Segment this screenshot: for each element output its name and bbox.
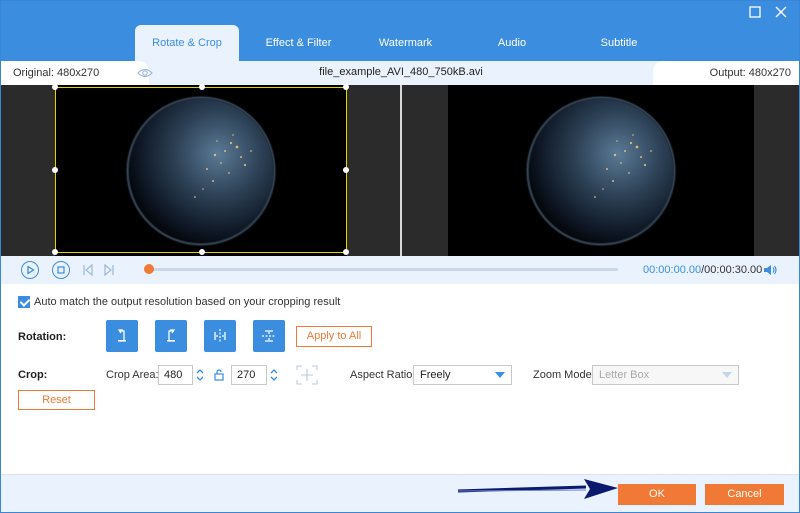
progress-handle[interactable] [144,264,154,274]
progress-track[interactable] [148,268,618,271]
apply-to-all-button[interactable]: Apply to All [296,326,372,347]
zoom-mode-select[interactable]: Letter Box [592,365,739,385]
time-display: 00:00:00.00/00:00:30.00 [643,264,762,276]
tab-bar: Rotate & Crop Effect & Filter Watermark … [135,25,673,61]
zoom-mode-label: Zoom Mode: [533,369,595,381]
crop-handle-bottom-left[interactable] [52,249,58,255]
center-crop-icon[interactable] [293,363,321,387]
rotation-label: Rotation: [18,331,67,343]
previous-frame-icon[interactable] [81,263,95,277]
eye-icon[interactable] [137,67,153,79]
reset-button[interactable]: Reset [18,390,95,410]
crop-handle-bottom[interactable] [199,249,205,255]
zoom-mode-value: Letter Box [599,369,650,381]
preview-divider [400,85,402,256]
crop-handle-top-left[interactable] [52,84,58,90]
crop-handle-right[interactable] [343,167,349,173]
current-time: 00:00:00.00 [643,264,702,276]
maximize-icon[interactable] [747,5,763,21]
tab-effect-filter[interactable]: Effect & Filter [245,25,352,61]
rotate-right-button[interactable] [155,320,187,352]
crop-handle-top[interactable] [199,84,205,90]
info-bar: file_example_AVI_480_750kB.avi Original:… [1,61,799,85]
play-button[interactable] [21,261,39,279]
earth-image-output [525,95,677,247]
playback-controls: 00:00:00.00/00:00:30.00 [1,256,799,284]
crop-handle-top-right[interactable] [343,84,349,90]
video-editor-window: Rotate & Crop Effect & Filter Watermark … [0,0,800,513]
rotate-right-icon [167,329,176,342]
file-name: file_example_AVI_480_750kB.avi [319,66,483,78]
lock-icon[interactable] [213,366,225,384]
flip-vertical-button[interactable] [253,320,285,352]
aspect-ratio-label: Aspect Ratio: [350,369,416,381]
crop-handle-bottom-right[interactable] [343,249,349,255]
crop-handle-left[interactable] [52,167,58,173]
stop-button[interactable] [52,261,70,279]
tab-subtitle[interactable]: Subtitle [565,25,673,61]
aspect-ratio-value: Freely [420,369,451,381]
crop-label: Crop: [18,369,48,381]
title-bar: Rotate & Crop Effect & Filter Watermark … [1,1,799,61]
crop-selection-box[interactable] [52,84,349,255]
auto-match-label: Auto match the output resolution based o… [34,296,341,308]
tab-rotate-crop[interactable]: Rotate & Crop [135,25,239,61]
stop-icon [57,266,65,274]
chevron-down-icon [495,372,505,378]
rotate-left-icon [117,329,126,342]
auto-match-row: Auto match the output resolution based o… [18,296,340,308]
next-frame-icon[interactable] [102,263,116,277]
tab-audio[interactable]: Audio [459,25,565,61]
ok-button[interactable]: OK [618,484,696,505]
crop-height-stepper[interactable] [269,366,279,384]
crop-area-label: Crop Area: [106,369,159,381]
volume-icon[interactable] [762,262,778,278]
preview-area [1,84,799,256]
tab-watermark[interactable]: Watermark [352,25,459,61]
original-resolution: Original: 480x270 [13,67,100,79]
pointer-arrow-icon [457,479,618,499]
flip-vertical-icon [262,330,276,342]
aspect-ratio-select[interactable]: Freely [413,365,512,385]
rotate-left-button[interactable] [106,320,138,352]
output-video-frame [448,85,754,256]
total-time: /00:00:30.00 [701,264,763,276]
flip-horizontal-button[interactable] [204,320,236,352]
output-resolution: Output: 480x270 [709,67,791,79]
close-icon[interactable] [773,5,789,21]
settings-panel: Auto match the output resolution based o… [1,284,799,474]
crop-height-input[interactable]: 270 [231,365,267,385]
cancel-button[interactable]: Cancel [705,484,784,505]
auto-match-checkbox[interactable] [18,296,30,308]
crop-width-input[interactable]: 480 [158,365,193,385]
play-icon [27,265,35,275]
flip-horizontal-icon [214,329,226,343]
crop-width-stepper[interactable] [195,366,205,384]
footer-bar: OK Cancel [1,474,799,512]
chevron-down-icon [722,372,732,378]
